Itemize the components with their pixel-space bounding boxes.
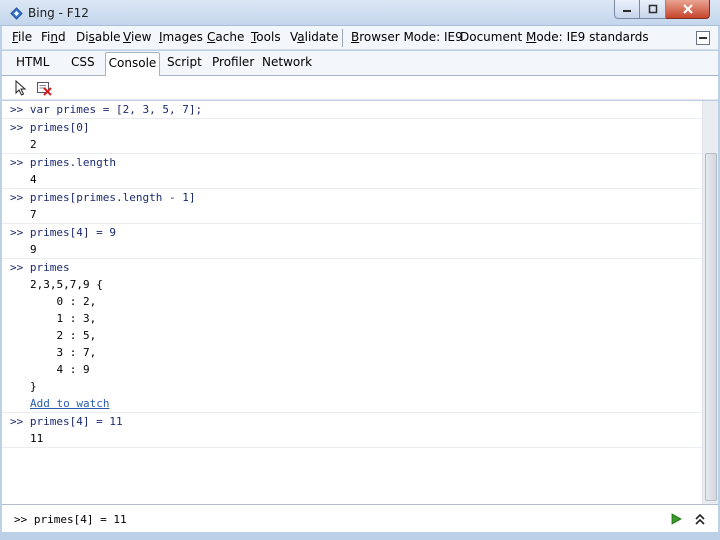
console-result: 7 — [30, 208, 37, 221]
console-result: 11 — [30, 432, 44, 445]
menu-bar: File Find Disable View Images Cache Tool… — [2, 26, 718, 50]
console-result: 1 : 3, — [30, 312, 97, 325]
console-result: } — [30, 380, 37, 393]
console-command: >> var primes = [2, 3, 5, 7]; — [10, 103, 203, 116]
console-result: 4 : 9 — [30, 363, 90, 376]
console-result: 2 : 5, — [30, 329, 97, 342]
console-command: >> primes[0] — [10, 121, 90, 134]
console-input[interactable] — [14, 511, 654, 527]
console-scrollbar[interactable] — [702, 101, 718, 504]
scrollbar-thumb[interactable] — [705, 153, 717, 501]
collapse-toggle-icon[interactable] — [696, 31, 710, 45]
title-bar: Bing - F12 — [0, 0, 720, 26]
f12-tools-icon — [10, 7, 23, 20]
tab-css[interactable]: CSS — [71, 55, 95, 69]
console-result: 9 — [30, 243, 37, 256]
console-toolbar — [2, 76, 718, 100]
console-result: 4 — [30, 173, 37, 186]
console-entry: >> primes.length 4 — [2, 154, 702, 189]
console-command: >> primes[4] = 9 — [10, 226, 116, 239]
console-entry: >> primes[primes.length - 1] 7 — [2, 189, 702, 224]
browser-mode-menu[interactable]: Browser Mode: IE9 — [351, 30, 463, 44]
console-entry: >> primes[4] = 9 9 — [2, 224, 702, 259]
menu-separator — [342, 29, 343, 47]
multiline-expand-icon[interactable] — [694, 512, 706, 526]
maximize-button[interactable] — [640, 0, 666, 19]
tab-script[interactable]: Script — [167, 55, 202, 69]
minimize-icon — [623, 10, 631, 12]
close-icon — [682, 4, 693, 14]
console-result: 0 : 2, — [30, 295, 97, 308]
console-entry: >> primes[4] = 11 11 — [2, 413, 702, 448]
select-element-icon[interactable] — [14, 80, 28, 96]
window-title: Bing - F12 — [28, 6, 89, 20]
menu-file[interactable]: File — [12, 30, 32, 44]
console-result: 2,3,5,7,9 { — [30, 278, 103, 291]
menu-disable[interactable]: Disable — [76, 30, 121, 44]
tab-profiler[interactable]: Profiler — [212, 55, 254, 69]
run-script-icon[interactable] — [670, 513, 682, 525]
console-entry: >> var primes = [2, 3, 5, 7]; — [2, 101, 702, 119]
menu-view[interactable]: View — [123, 30, 151, 44]
console-command: >> primes[primes.length - 1] — [10, 191, 196, 204]
tab-console[interactable]: Console — [105, 52, 160, 77]
menu-validate[interactable]: Validate — [290, 30, 338, 44]
console-command: >> primes[4] = 11 — [10, 415, 123, 428]
tab-network[interactable]: Network — [262, 55, 312, 69]
window-frame-bottom — [0, 532, 720, 540]
console-entry: >> primes[0] 2 — [2, 119, 702, 154]
minimize-button[interactable] — [614, 0, 640, 19]
close-button[interactable] — [666, 0, 710, 19]
document-mode-value: IE9 standards — [566, 30, 649, 44]
console-result: 2 — [30, 138, 37, 151]
menu-cache[interactable]: Cache — [207, 30, 244, 44]
tab-html[interactable]: HTML — [16, 55, 49, 69]
console-input-bar — [2, 504, 718, 532]
menu-find[interactable]: Find — [41, 30, 66, 44]
document-mode-menu[interactable]: Document Mode: IE9 standards — [460, 30, 649, 44]
console-output[interactable]: >> var primes = [2, 3, 5, 7]; >> primes[… — [2, 101, 702, 504]
menu-tools[interactable]: Tools — [251, 30, 281, 44]
console-command: >> primes.length — [10, 156, 116, 169]
add-to-watch-link[interactable]: Add to watch — [2, 395, 702, 412]
clear-console-icon[interactable] — [36, 80, 52, 96]
console-entry: >> primes 2,3,5,7,9 { 0 : 2, 1 : 3, 2 : … — [2, 259, 702, 413]
console-result: 3 : 7, — [30, 346, 97, 359]
menu-images[interactable]: Images — [159, 30, 203, 44]
tab-bar: HTML CSS Console Script Profiler Network — [2, 51, 718, 77]
maximize-icon — [648, 4, 657, 14]
console-command: >> primes — [10, 261, 70, 274]
